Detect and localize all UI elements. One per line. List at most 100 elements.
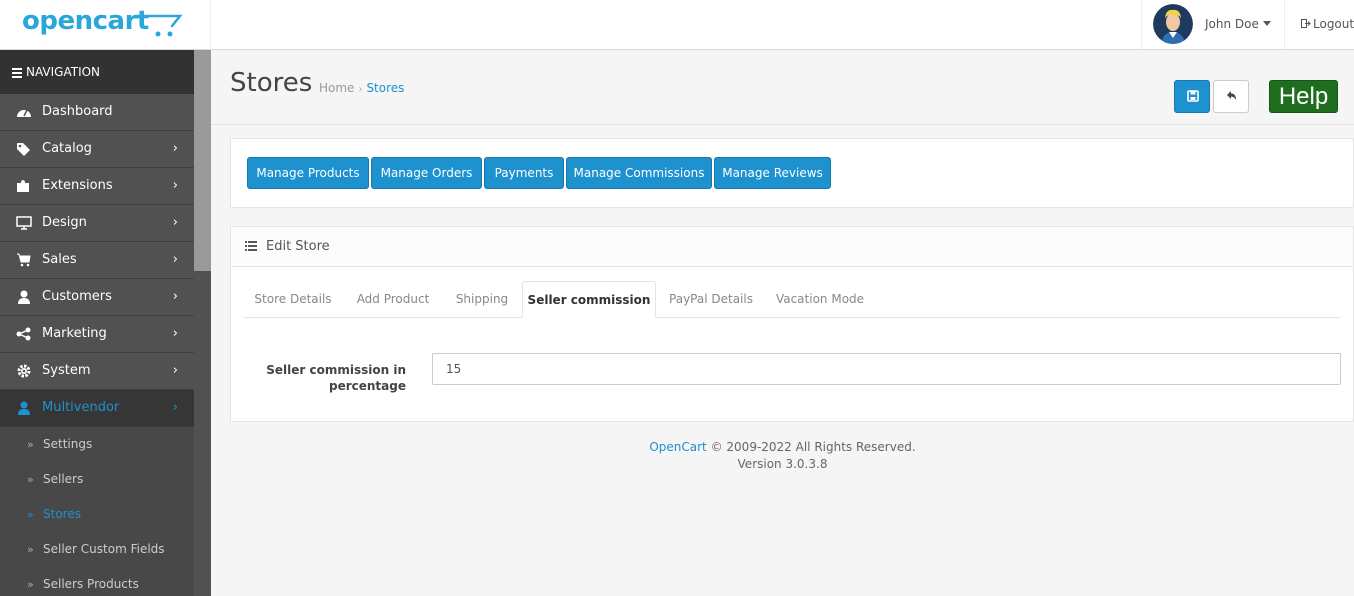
sidebar-item-extensions[interactable]: Extensions ›	[0, 168, 194, 205]
page-title: Stores	[230, 68, 313, 98]
submenu-item-label: Stores	[43, 507, 81, 521]
manage-commissions-button[interactable]: Manage Commissions	[566, 157, 712, 189]
footer-copyright-line: OpenCart © 2009-2022 All Rights Reserved…	[211, 439, 1354, 456]
user-icon	[18, 290, 30, 304]
submenu-item-label: Sellers	[43, 472, 84, 486]
sidebar-item-customers[interactable]: Customers ›	[0, 279, 194, 316]
angle-double-right-icon: »	[27, 473, 34, 486]
save-button[interactable]	[1174, 80, 1210, 113]
sidebar-item-label: Sales	[42, 252, 77, 267]
edit-store-panel: Edit Store Store Details Add Product Shi…	[230, 226, 1354, 422]
chevron-right-icon: ›	[172, 141, 178, 156]
logo-text: opencart	[22, 6, 149, 36]
reply-icon	[1227, 91, 1236, 100]
chevron-right-icon: ›	[172, 215, 178, 230]
chevron-right-icon: ›	[172, 326, 178, 341]
breadcrumb-current[interactable]: Stores	[366, 81, 404, 95]
sidebar-item-label: Catalog	[42, 141, 92, 156]
opencart-link[interactable]: OpenCart	[649, 440, 706, 454]
submenu-item-sellers[interactable]: » Sellers	[0, 462, 194, 497]
submenu-item-sellers-products[interactable]: » Sellers Products	[0, 567, 194, 596]
cart-icon	[17, 253, 31, 267]
tags-icon	[17, 143, 30, 156]
user-menu[interactable]: John Doe	[1141, 0, 1285, 50]
sidebar-item-design[interactable]: Design ›	[0, 205, 194, 242]
share-icon	[16, 327, 31, 341]
sidebar-item-catalog[interactable]: Catalog ›	[0, 131, 194, 168]
manage-reviews-button[interactable]: Manage Reviews	[714, 157, 831, 189]
chevron-right-icon: ›	[172, 363, 178, 378]
copyright-text: © 2009-2022 All Rights Reserved.	[710, 440, 916, 454]
sidebar-item-dashboard[interactable]: Dashboard	[0, 94, 194, 131]
submenu-item-settings[interactable]: » Settings	[0, 427, 194, 462]
help-button[interactable]: Help	[1269, 80, 1338, 113]
breadcrumb: Home › Stores	[319, 81, 404, 95]
navigation-header: NAVIGATION	[0, 50, 194, 94]
submenu-item-label: Seller Custom Fields	[43, 542, 165, 556]
submenu-item-label: Sellers Products	[43, 577, 139, 591]
tab-seller-commission[interactable]: Seller commission	[522, 281, 656, 318]
top-header: opencart John Doe Logout	[0, 0, 1354, 50]
footer: OpenCart © 2009-2022 All Rights Reserved…	[211, 439, 1354, 473]
logout-label: Logout	[1313, 17, 1354, 31]
caret-down-icon	[1263, 21, 1271, 26]
desktop-icon	[16, 216, 32, 230]
angle-double-right-icon: »	[27, 543, 34, 556]
cart-logo-icon	[136, 14, 183, 37]
chevron-right-icon: ›	[172, 178, 178, 193]
sidebar-item-multivendor[interactable]: Multivendor ›	[0, 390, 194, 427]
breadcrumb-separator-icon: ›	[358, 84, 363, 95]
submenu-item-seller-custom-fields[interactable]: » Seller Custom Fields	[0, 532, 194, 567]
chevron-right-icon: ›	[172, 400, 178, 415]
panel-title: Edit Store	[266, 239, 330, 254]
sign-out-icon	[1301, 19, 1311, 28]
version-text: Version 3.0.3.8	[737, 457, 828, 471]
dashboard-icon	[17, 109, 31, 117]
tab-shipping[interactable]: Shipping	[443, 281, 521, 318]
user-name: John Doe	[1205, 17, 1259, 31]
sidebar-item-label: Marketing	[42, 326, 107, 341]
sidebar-item-sales[interactable]: Sales ›	[0, 242, 194, 279]
floppy-icon	[1187, 90, 1199, 102]
puzzle-icon	[17, 180, 29, 192]
user-icon	[18, 401, 30, 415]
seller-commission-label: Seller commission in percentage	[266, 363, 406, 393]
tab-bar: Store Details Add Product Shipping Selle…	[243, 281, 1341, 318]
multivendor-toolbar: Manage Products Manage Orders Payments M…	[230, 138, 1354, 208]
angle-double-right-icon: »	[27, 438, 34, 451]
panel-heading: Edit Store	[231, 227, 1353, 267]
avatar	[1153, 4, 1193, 44]
logo[interactable]: opencart	[0, 0, 211, 50]
submenu-item-label: Settings	[43, 437, 93, 451]
tab-store-details[interactable]: Store Details	[243, 281, 343, 318]
cog-icon	[17, 364, 31, 378]
page-header: Stores Home › Stores Help	[211, 50, 1354, 125]
navigation-title: NAVIGATION	[26, 65, 101, 79]
bars-icon	[12, 66, 22, 80]
tab-vacation-mode[interactable]: Vacation Mode	[766, 281, 874, 318]
angle-double-right-icon: »	[27, 578, 34, 591]
sidebar-item-label: Design	[42, 215, 87, 230]
manage-products-button[interactable]: Manage Products	[247, 157, 369, 189]
payments-button[interactable]: Payments	[484, 157, 564, 189]
list-icon	[245, 241, 257, 251]
sidebar-item-label: Dashboard	[42, 104, 113, 119]
tab-add-product[interactable]: Add Product	[343, 281, 443, 318]
breadcrumb-home[interactable]: Home	[319, 81, 354, 95]
sidebar-scrollbar-thumb[interactable]	[194, 50, 211, 271]
sidebar-item-label: Customers	[42, 289, 112, 304]
sidebar-item-system[interactable]: System ›	[0, 353, 194, 390]
submenu-item-stores[interactable]: » Stores	[0, 497, 194, 532]
sidebar: NAVIGATION Dashboard Catalog › Extension…	[0, 50, 194, 596]
manage-orders-button[interactable]: Manage Orders	[371, 157, 482, 189]
angle-double-right-icon: »	[27, 508, 34, 521]
back-button[interactable]	[1213, 80, 1249, 113]
seller-commission-input[interactable]	[432, 353, 1341, 385]
sidebar-item-marketing[interactable]: Marketing ›	[0, 316, 194, 353]
logout-link[interactable]: Logout	[1301, 17, 1354, 31]
tab-paypal-details[interactable]: PayPal Details	[656, 281, 766, 318]
chevron-right-icon: ›	[172, 252, 178, 267]
chevron-right-icon: ›	[172, 289, 178, 304]
sidebar-item-label: Multivendor	[42, 400, 120, 415]
sidebar-item-label: Extensions	[42, 178, 113, 193]
